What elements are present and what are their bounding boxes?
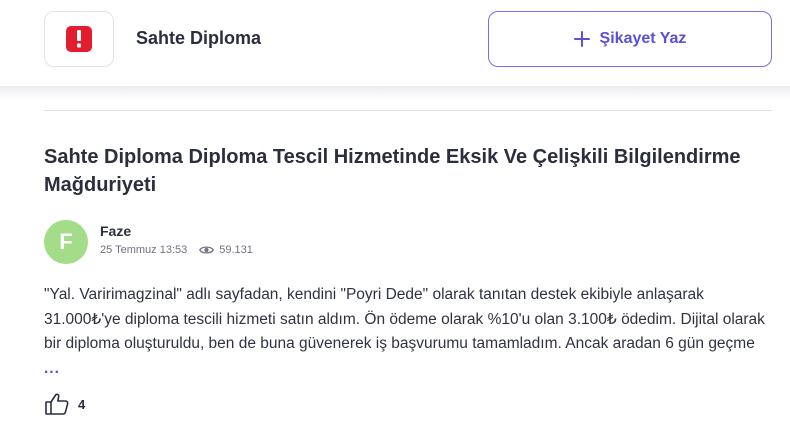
header-shadow (0, 86, 790, 100)
author-name[interactable]: Faze (100, 223, 131, 239)
write-complaint-label: Şikayet Yaz (599, 30, 687, 47)
write-complaint-button[interactable]: Şikayet Yaz (488, 11, 772, 67)
complaint-body: "Yal. Varirimagzinal" adlı sayfadan, ken… (44, 283, 774, 381)
divider (44, 110, 772, 111)
brand-name[interactable]: Sahte Diploma (136, 28, 261, 49)
plus-icon (573, 31, 590, 47)
avatar[interactable]: F (44, 220, 88, 264)
complaint-body-text: "Yal. Varirimagzinal" adlı sayfadan, ken… (44, 286, 765, 352)
complaint-title[interactable]: Sahte Diploma Diploma Tescil Hizmetinde … (44, 143, 784, 199)
like-button[interactable]: 4 (44, 392, 85, 416)
brand-logo[interactable] (44, 11, 114, 67)
complaint-meta: 25 Temmuz 13:53 59.131 (100, 244, 253, 256)
read-more-button[interactable]: ... (44, 360, 60, 377)
view-count: 59.131 (219, 244, 253, 256)
exclamation-icon (66, 26, 92, 52)
like-count: 4 (78, 396, 86, 412)
thumbs-up-icon (44, 392, 70, 416)
complaint-date: 25 Temmuz 13:53 (100, 244, 188, 256)
eye-icon (199, 245, 215, 255)
